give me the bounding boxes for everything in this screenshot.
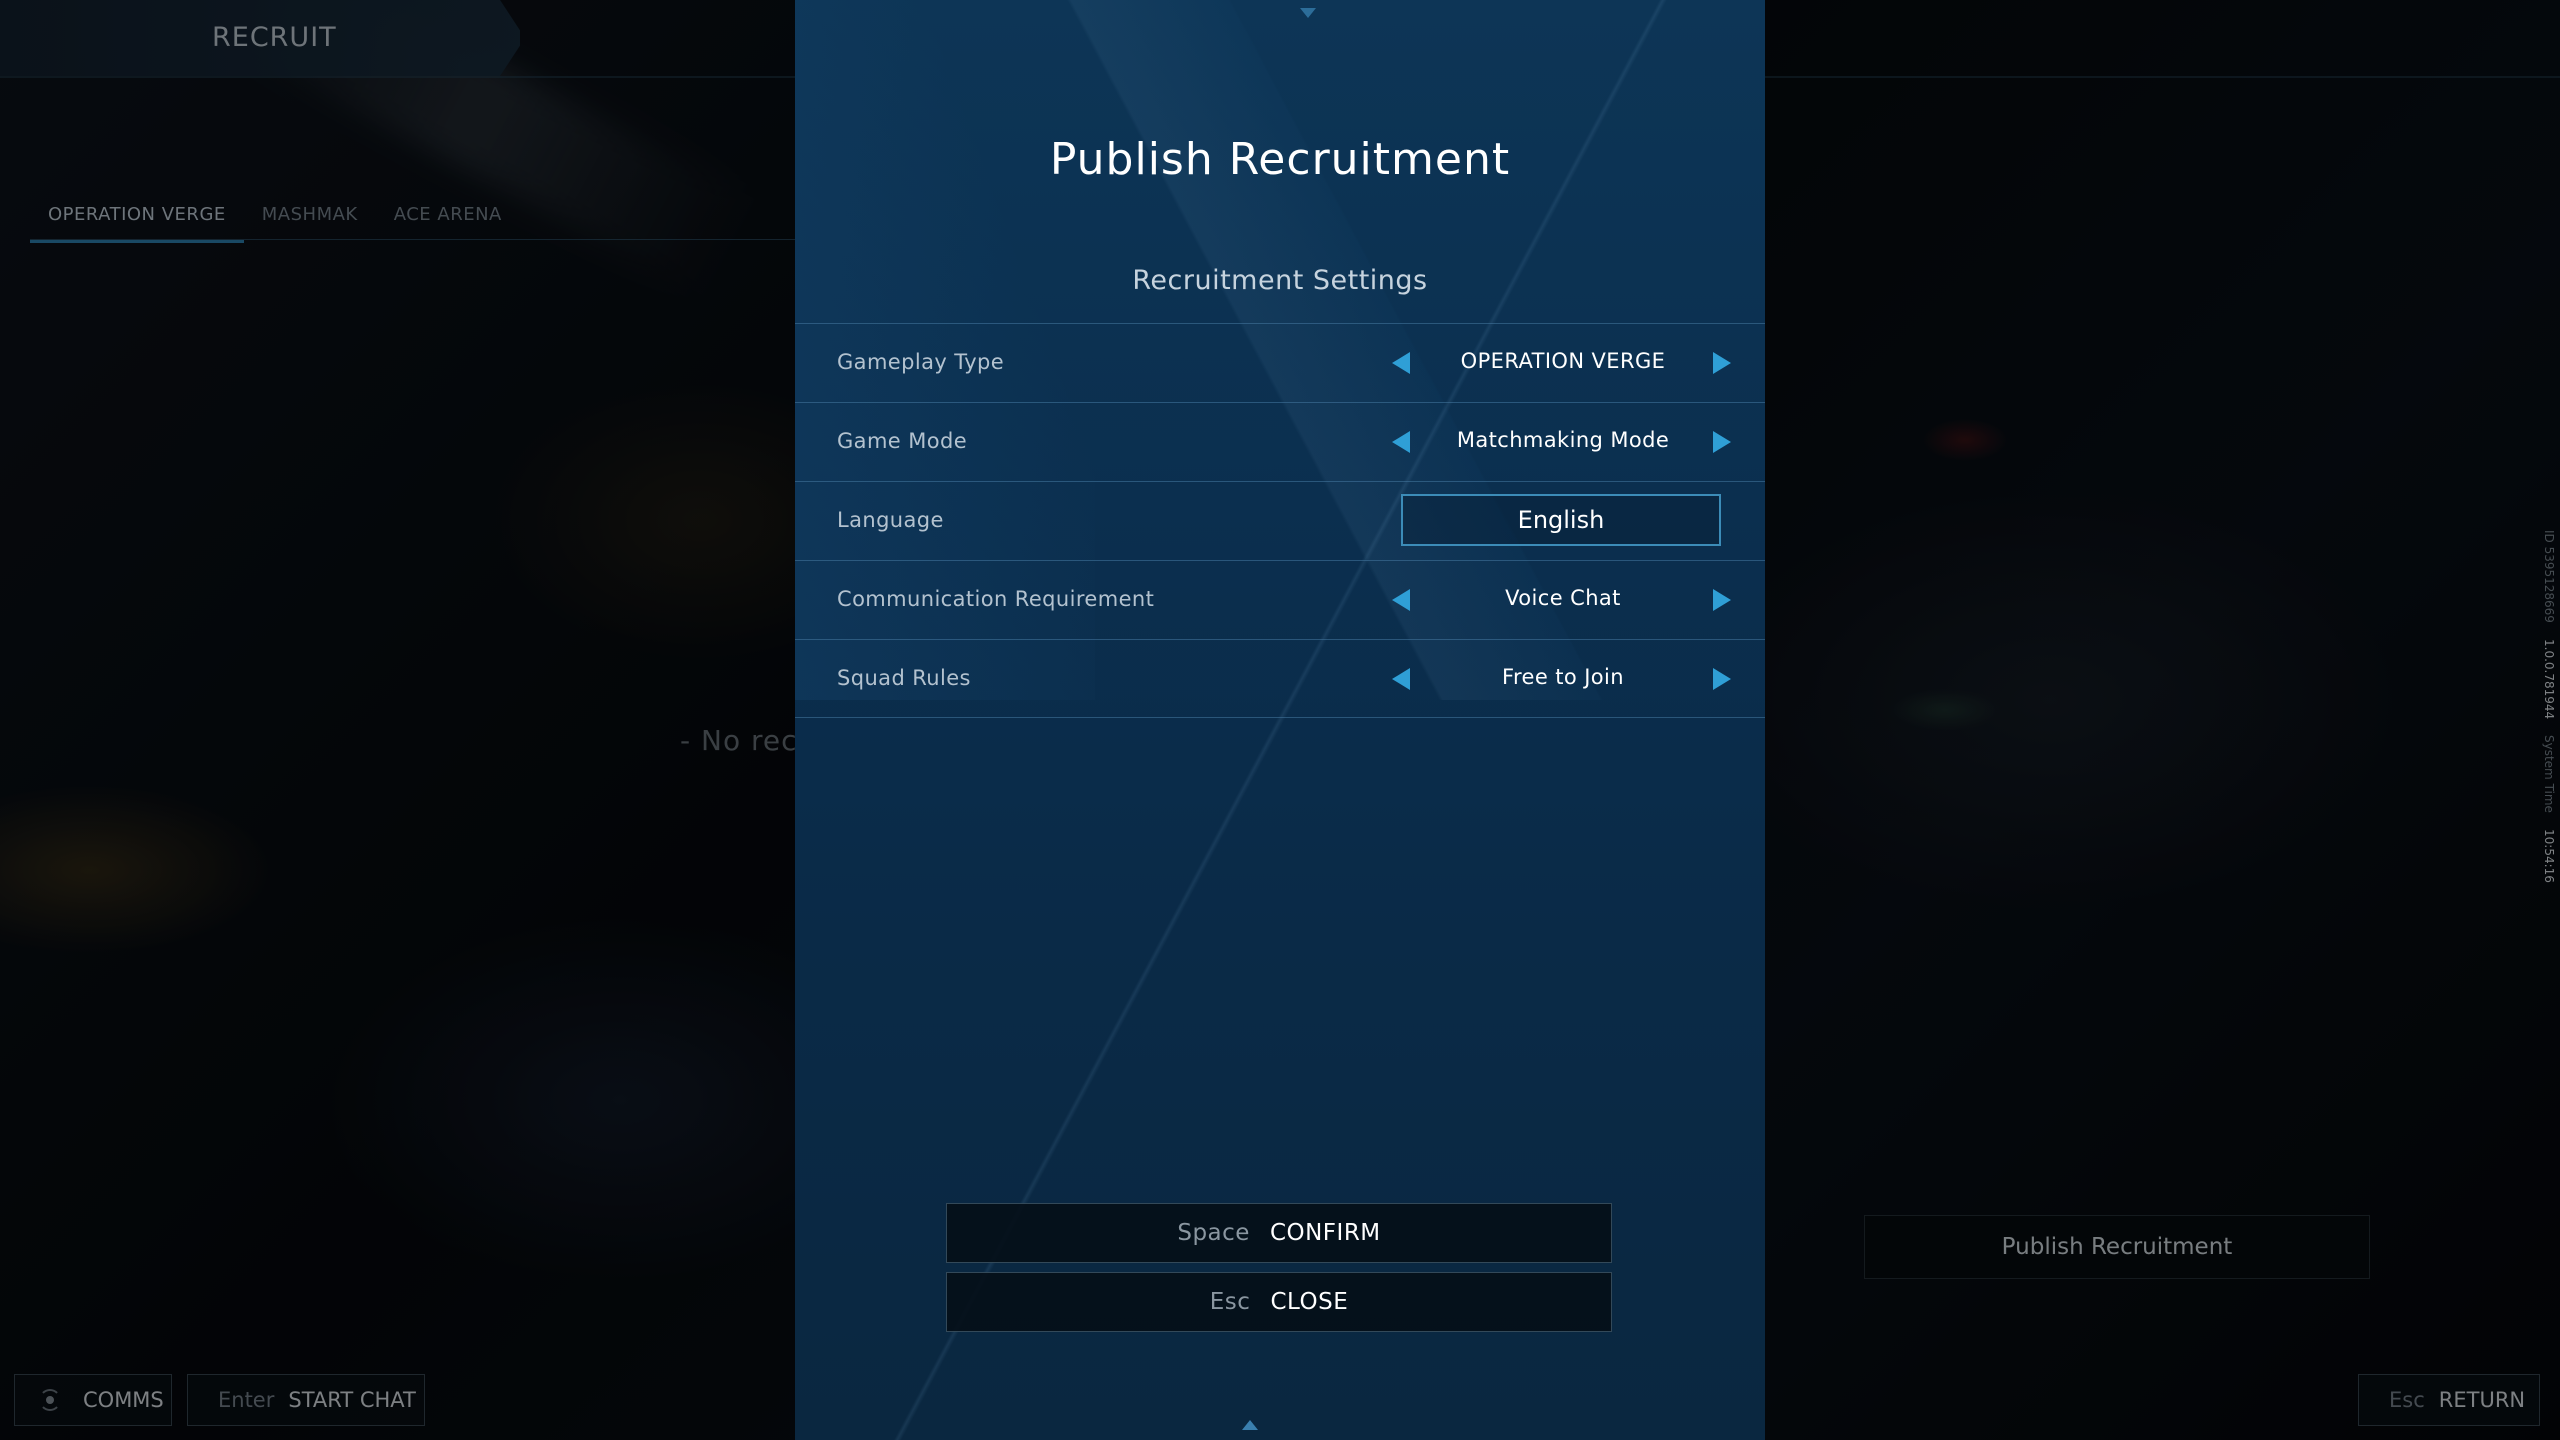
arrow-right-icon[interactable]: [1713, 431, 1731, 453]
confirm-label: CONFIRM: [1269, 1220, 1381, 1246]
space-key-hint: Space: [1177, 1220, 1250, 1246]
arrow-left-icon[interactable]: [1392, 668, 1410, 690]
top-notch-icon: [1300, 8, 1316, 18]
setting-row-language: Language English: [795, 481, 1765, 560]
dialog-title: Publish Recruitment: [1049, 134, 1511, 185]
setting-label: Gameplay Type: [837, 350, 1005, 374]
arrow-left-icon[interactable]: [1392, 431, 1410, 453]
setting-label: Squad Rules: [837, 666, 971, 690]
section-title: Recruitment Settings: [1132, 265, 1428, 296]
language-select[interactable]: English: [1401, 494, 1721, 546]
setting-row-game-mode: Game Mode Matchmaking Mode: [795, 402, 1765, 481]
arrow-right-icon[interactable]: [1713, 668, 1731, 690]
arrow-left-icon[interactable]: [1392, 352, 1410, 374]
setting-value: Voice Chat: [1505, 586, 1621, 610]
setting-row-gameplay-type: Gameplay Type OPERATION VERGE: [795, 323, 1765, 402]
arrow-right-icon[interactable]: [1713, 352, 1731, 374]
setting-label: Game Mode: [837, 429, 968, 453]
close-button[interactable]: Esc CLOSE: [946, 1272, 1612, 1332]
settings-list: Gameplay Type OPERATION VERGE Game Mode …: [795, 323, 1765, 718]
esc-key-hint: Esc: [1209, 1289, 1251, 1315]
setting-row-squad-rules: Squad Rules Free to Join: [795, 639, 1765, 718]
setting-label: Communication Requirement: [837, 587, 1155, 611]
arrow-right-icon[interactable]: [1713, 589, 1731, 611]
close-label: CLOSE: [1270, 1289, 1349, 1315]
setting-value: Free to Join: [1502, 665, 1624, 689]
arrow-left-icon[interactable]: [1392, 589, 1410, 611]
confirm-button[interactable]: Space CONFIRM: [946, 1203, 1612, 1263]
setting-label: Language: [837, 508, 944, 532]
bottom-notch-icon: [1242, 1420, 1258, 1430]
setting-row-communication: Communication Requirement Voice Chat: [795, 560, 1765, 639]
setting-value: Matchmaking Mode: [1456, 428, 1670, 452]
setting-value: OPERATION VERGE: [1460, 349, 1666, 373]
publish-recruitment-dialog: Publish Recruitment Recruitment Settings…: [795, 0, 1765, 1440]
